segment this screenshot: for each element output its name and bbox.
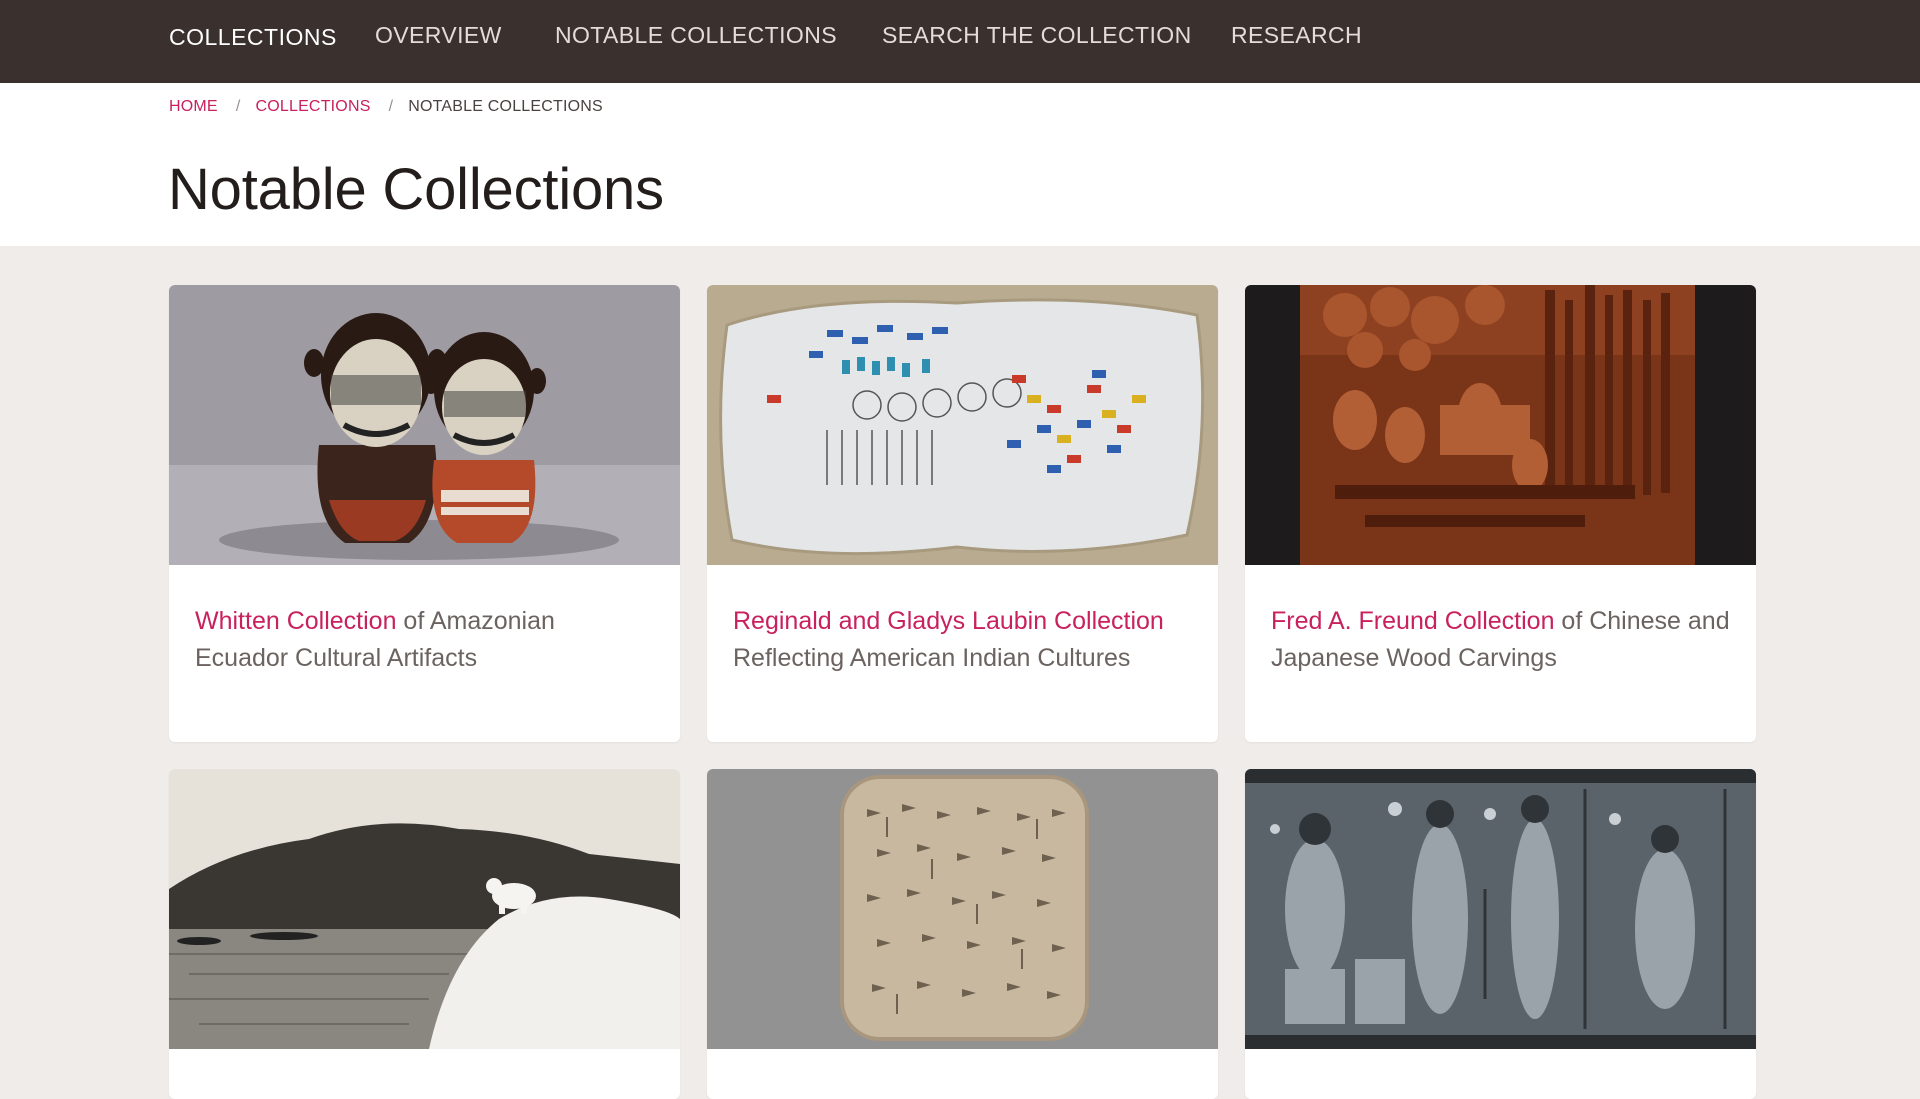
page-header: HOME / COLLECTIONS / NOTABLE COLLECTIONS Not… <box>0 83 1920 246</box>
breadcrumb-collections[interactable]: COLLECTIONS <box>255 98 370 115</box>
collection-card-cylinder-seal[interactable] <box>1245 769 1756 1099</box>
card-link[interactable]: Fred A. Freund Collection <box>1271 607 1554 635</box>
arctic-photo-image[interactable] <box>169 769 680 1049</box>
breadcrumb-separator: / <box>388 98 394 115</box>
cuneiform-tablet-image[interactable] <box>707 769 1218 1049</box>
breadcrumb-home[interactable]: HOME <box>169 98 218 115</box>
breadcrumb: HOME / COLLECTIONS / NOTABLE COLLECTIONS <box>169 98 603 116</box>
collection-card-cuneiform[interactable] <box>707 769 1218 1099</box>
top-navigation: COLLECTIONS OVERVIEW NOTABLE COLLECTIONS… <box>0 0 1920 83</box>
collection-card-whitten[interactable]: Whitten Collection of Amazonian Ecuador … <box>169 285 680 742</box>
card-caption <box>707 1049 1218 1099</box>
nav-brand-collections[interactable]: COLLECTIONS <box>169 24 337 51</box>
card-caption: Whitten Collection of Amazonian Ecuador … <box>169 565 680 707</box>
wood-carving-image[interactable] <box>1245 285 1756 565</box>
page-title: Notable Collections <box>168 157 664 222</box>
nav-link-overview[interactable]: OVERVIEW <box>375 22 502 49</box>
breadcrumb-current: NOTABLE COLLECTIONS <box>408 98 603 115</box>
card-caption <box>169 1049 680 1099</box>
card-description: Reflecting American Indian Cultures <box>733 644 1131 672</box>
cylinder-seal-image[interactable] <box>1245 769 1756 1049</box>
collection-card-freund[interactable]: Fred A. Freund Collection of Chinese and… <box>1245 285 1756 742</box>
nav-link-search-the-collection[interactable]: SEARCH THE COLLECTION <box>882 22 1192 49</box>
nav-link-research[interactable]: RESEARCH <box>1231 22 1362 49</box>
breadcrumb-separator: / <box>235 98 241 115</box>
collection-card-laubin[interactable]: Reginald and Gladys Laubin Collection Re… <box>707 285 1218 742</box>
card-caption: Fred A. Freund Collection of Chinese and… <box>1245 565 1756 707</box>
card-caption <box>1245 1049 1756 1099</box>
nav-link-notable-collections[interactable]: NOTABLE COLLECTIONS <box>555 22 837 49</box>
painted-hide-image[interactable] <box>707 285 1218 565</box>
collection-card-arctic[interactable] <box>169 769 680 1099</box>
card-caption: Reginald and Gladys Laubin Collection Re… <box>707 565 1218 707</box>
ceramic-figures-image[interactable] <box>169 285 680 565</box>
card-link[interactable]: Whitten Collection <box>195 607 396 635</box>
card-link[interactable]: Reginald and Gladys Laubin Collection <box>733 607 1164 635</box>
